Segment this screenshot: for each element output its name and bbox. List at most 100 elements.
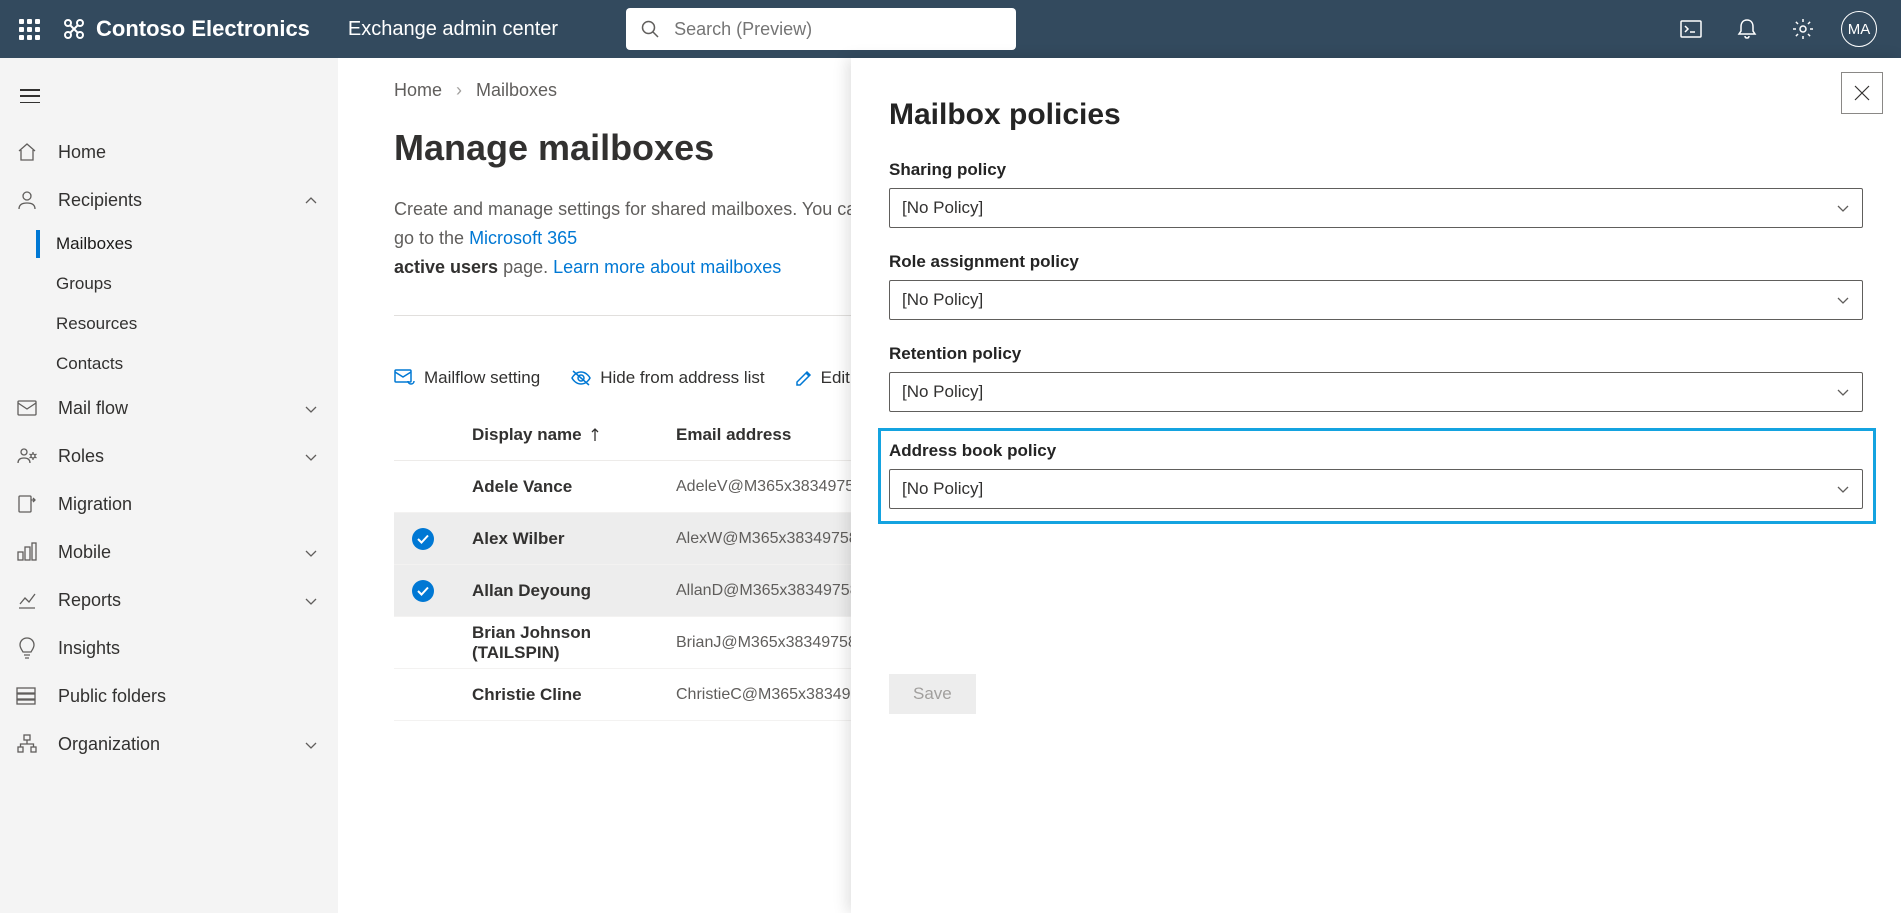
nav-organization[interactable]: Organization — [0, 720, 338, 768]
nav-label: Mobile — [58, 542, 111, 563]
nav-migration[interactable]: Migration — [0, 480, 338, 528]
breadcrumb-current: Mailboxes — [476, 80, 557, 101]
highlight-address-book-policy: Address book policy [No Policy] — [878, 428, 1876, 524]
search-icon — [640, 19, 660, 39]
nav-roles[interactable]: Roles — [0, 432, 338, 480]
nav-public-folders[interactable]: Public folders — [0, 672, 338, 720]
nav-reports[interactable]: Reports — [0, 576, 338, 624]
subnav-mailboxes[interactable]: Mailboxes — [0, 224, 338, 264]
subnav-contacts[interactable]: Contacts — [0, 344, 338, 384]
mail-icon — [16, 397, 38, 419]
app-header: Contoso Electronics Exchange admin cente… — [0, 0, 1901, 58]
app-title: Exchange admin center — [348, 18, 558, 41]
chevron-down-icon — [304, 590, 318, 611]
row-checkbox[interactable] — [412, 528, 472, 550]
dropdown-retention-policy[interactable]: [No Policy] — [889, 372, 1863, 412]
save-button[interactable]: Save — [889, 674, 976, 714]
person-icon — [16, 189, 38, 211]
nav-home[interactable]: Home — [0, 128, 338, 176]
bulb-icon — [16, 637, 38, 659]
nav-mail-flow[interactable]: Mail flow — [0, 384, 338, 432]
nav-label: Public folders — [58, 686, 166, 707]
cloud-shell-button[interactable] — [1663, 0, 1719, 58]
app-launcher-button[interactable] — [0, 0, 58, 58]
edit-icon — [795, 369, 813, 387]
settings-button[interactable] — [1775, 0, 1831, 58]
cell-display-name: Brian Johnson (TAILSPIN) — [472, 623, 676, 663]
account-button[interactable]: MA — [1831, 0, 1887, 58]
field-role-assignment-policy: Role assignment policy [No Policy] — [889, 252, 1863, 320]
subnav-resources[interactable]: Resources — [0, 304, 338, 344]
label-address-book-policy: Address book policy — [889, 441, 1863, 461]
chevron-right-icon: › — [456, 80, 462, 101]
notifications-button[interactable] — [1719, 0, 1775, 58]
waffle-icon — [19, 19, 40, 40]
panel-close-button[interactable] — [1841, 72, 1883, 114]
dropdown-address-book-policy[interactable]: [No Policy] — [889, 469, 1863, 509]
toolbar-mailflow-setting[interactable]: Mailflow setting — [394, 368, 540, 388]
mobile-icon — [16, 541, 38, 563]
gear-icon — [1792, 18, 1814, 40]
chevron-down-icon — [304, 734, 318, 755]
sidebar-toggle-button[interactable] — [6, 72, 54, 120]
subnav-groups[interactable]: Groups — [0, 264, 338, 304]
details-panel: Mailbox policies Sharing policy [No Poli… — [851, 58, 1901, 913]
migration-icon — [16, 493, 38, 515]
toolbar-edit[interactable]: Edit — [795, 368, 850, 388]
dropdown-sharing-policy[interactable]: [No Policy] — [889, 188, 1863, 228]
org-icon — [16, 733, 38, 755]
nav-insights[interactable]: Insights — [0, 624, 338, 672]
toolbar-hide-address[interactable]: Hide from address list — [570, 368, 764, 388]
cell-display-name: Allan Deyoung — [472, 581, 676, 601]
dropdown-role-assignment-policy[interactable]: [No Policy] — [889, 280, 1863, 320]
nav-label: Reports — [58, 590, 121, 611]
row-checkbox[interactable] — [412, 580, 472, 602]
hide-icon — [570, 369, 592, 387]
col-display-name[interactable]: Display name — [472, 425, 676, 445]
link-m365-admin[interactable]: Microsoft 365 — [469, 228, 577, 248]
label-retention-policy: Retention policy — [889, 344, 1863, 364]
nav-label: Migration — [58, 494, 132, 515]
nav-mobile[interactable]: Mobile — [0, 528, 338, 576]
nav-recipients[interactable]: Recipients — [0, 176, 338, 224]
cell-display-name: Christie Cline — [472, 685, 676, 705]
brand-logo-icon — [62, 17, 86, 41]
nav-label: Home — [58, 142, 106, 163]
chevron-down-icon — [1836, 203, 1850, 213]
home-icon — [16, 141, 38, 163]
field-retention-policy: Retention policy [No Policy] — [889, 344, 1863, 412]
nav-label: Mail flow — [58, 398, 128, 419]
cloud-shell-icon — [1680, 20, 1702, 38]
label-role-assignment-policy: Role assignment policy — [889, 252, 1863, 272]
bell-icon — [1737, 18, 1757, 40]
close-icon — [1853, 84, 1871, 102]
link-learn-mailboxes[interactable]: Learn more about mailboxes — [553, 257, 781, 277]
chevron-down-icon — [304, 542, 318, 563]
chevron-down-icon — [304, 398, 318, 419]
search-input[interactable] — [674, 19, 1002, 40]
field-sharing-policy: Sharing policy [No Policy] — [889, 160, 1863, 228]
brand[interactable]: Contoso Electronics — [62, 16, 310, 42]
header-right: MA — [1663, 0, 1901, 58]
sort-asc-icon — [590, 428, 600, 442]
check-circle-icon — [412, 528, 434, 550]
nav-label: Organization — [58, 734, 160, 755]
cell-display-name: Adele Vance — [472, 477, 676, 497]
check-circle-icon — [412, 580, 434, 602]
cell-display-name: Alex Wilber — [472, 529, 676, 549]
breadcrumb-home[interactable]: Home — [394, 80, 442, 101]
chevron-up-icon — [304, 190, 318, 211]
mailflow-icon — [394, 369, 416, 387]
nav: Home Recipients Mailboxes Groups Resourc… — [0, 128, 338, 768]
hamburger-icon — [20, 89, 40, 103]
label-sharing-policy: Sharing policy — [889, 160, 1863, 180]
panel-title: Mailbox policies — [889, 98, 1863, 132]
chevron-down-icon — [1836, 484, 1850, 494]
search-box[interactable] — [626, 8, 1016, 50]
avatar: MA — [1841, 11, 1877, 47]
nav-label: Roles — [58, 446, 104, 467]
folders-icon — [16, 685, 38, 707]
chevron-down-icon — [1836, 387, 1850, 397]
sidebar: Home Recipients Mailboxes Groups Resourc… — [0, 58, 338, 913]
brand-name: Contoso Electronics — [96, 16, 310, 42]
